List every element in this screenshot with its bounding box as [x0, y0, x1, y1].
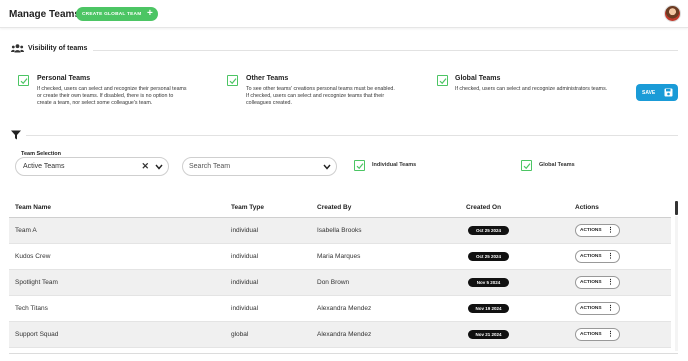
search-team-input[interactable]: Search Team — [182, 157, 337, 176]
save-label: SAVE — [642, 89, 656, 96]
created-by: Maria Marques — [317, 253, 361, 260]
divider — [9, 353, 678, 354]
check-icon — [229, 78, 237, 85]
actions-button[interactable]: ACTIONS ⋮ — [575, 302, 620, 315]
scrollbar-thumb[interactable] — [675, 201, 678, 215]
global-teams-checkbox[interactable] — [437, 75, 448, 86]
chevron-down-icon[interactable] — [155, 164, 163, 170]
more-vertical-icon: ⋮ — [607, 227, 614, 234]
table-row[interactable]: Spotlight Team individual Don Brown Nov … — [9, 270, 671, 296]
created-on-badge: Nov 5 2024 — [468, 278, 509, 287]
personal-teams-checkbox[interactable] — [18, 75, 29, 86]
actions-button[interactable]: ACTIONS ⋮ — [575, 328, 620, 341]
check-icon — [523, 163, 531, 170]
team-type: individual — [231, 253, 259, 260]
team-selection-select[interactable]: Active Teams ✕ — [15, 157, 169, 176]
team-type: individual — [231, 279, 259, 286]
global-teams-title: Global Teams — [455, 75, 501, 82]
table-row[interactable]: Team A individual Isabella Brooks Oct 25… — [9, 218, 671, 244]
description-line: or create their own teams. If disabled, … — [37, 93, 174, 99]
check-icon — [20, 78, 28, 85]
floppy-disk-icon — [664, 88, 673, 97]
visibility-header: Visibility of teams — [11, 44, 87, 53]
plus-icon: + — [146, 8, 153, 19]
created-on-badge: Oct 25 2024 — [468, 252, 509, 261]
table-row[interactable]: Tech Titans individual Alexandra Mendez … — [9, 296, 671, 322]
created-on-badge: Nov 19 2024 — [468, 304, 509, 313]
actions-button[interactable]: ACTIONS ⋮ — [575, 250, 620, 263]
users-icon — [11, 44, 24, 53]
column-header[interactable]: Created By — [317, 204, 351, 211]
avatar[interactable] — [664, 5, 681, 22]
description-line: If checked, users can select and recogni… — [246, 93, 385, 99]
team-selection-value: Active Teams — [23, 163, 65, 170]
filter-icon[interactable] — [11, 130, 21, 140]
divider — [26, 135, 678, 136]
created-by: Isabella Brooks — [317, 227, 362, 234]
more-vertical-icon: ⋮ — [607, 331, 614, 338]
visibility-title: Visibility of teams — [28, 45, 88, 52]
save-button[interactable]: SAVE — [636, 84, 678, 101]
more-vertical-icon: ⋮ — [607, 305, 614, 312]
created-on-badge: Oct 25 2024 — [468, 226, 509, 235]
page-title: Manage Teams — [9, 9, 80, 20]
clear-icon[interactable]: ✕ — [141, 161, 149, 172]
team-name: Support Squad — [15, 331, 59, 338]
more-vertical-icon: ⋮ — [607, 279, 614, 286]
actions-button[interactable]: ACTIONS ⋮ — [575, 276, 620, 289]
create-global-team-label: CREATE GLOBAL TEAM — [82, 11, 142, 17]
table-row[interactable]: Support Squad global Alexandra Mendez No… — [9, 322, 671, 348]
team-name: Spotlight Team — [15, 279, 58, 286]
created-by: Alexandra Mendez — [317, 331, 372, 338]
column-header: Actions — [575, 204, 599, 211]
actions-label: ACTIONS — [580, 254, 602, 259]
top-bar: Manage Teams CREATE GLOBAL TEAM + — [0, 0, 688, 28]
table-row[interactable]: Kudos Crew individual Maria Marques Oct … — [9, 244, 671, 270]
personal-teams-description: If checked, users can select and recogni… — [37, 86, 187, 107]
column-header[interactable]: Team Type — [231, 204, 264, 211]
check-icon — [356, 163, 364, 170]
actions-label: ACTIONS — [580, 306, 602, 311]
description-line: To see other teams' creations personal t… — [246, 86, 395, 92]
description-line: If checked, users can select and recogni… — [455, 86, 608, 92]
actions-button[interactable]: ACTIONS ⋮ — [575, 224, 620, 237]
column-header[interactable]: Team Name — [15, 204, 51, 211]
global-teams-filter-checkbox[interactable] — [521, 160, 532, 171]
description-line: If checked, users can select and recogni… — [37, 86, 187, 92]
more-vertical-icon: ⋮ — [607, 253, 614, 260]
other-teams-description: To see other teams' creations personal t… — [246, 86, 395, 107]
team-type: global — [231, 331, 249, 338]
table-header: Team Name Team Type Created By Created O… — [9, 198, 671, 218]
check-icon — [439, 78, 447, 85]
column-header[interactable]: Created On — [466, 204, 501, 211]
actions-label: ACTIONS — [580, 228, 602, 233]
actions-label: ACTIONS — [580, 280, 602, 285]
divider — [93, 50, 678, 51]
search-team-placeholder: Search Team — [189, 163, 231, 170]
team-type: individual — [231, 305, 259, 312]
scrollbar-track[interactable] — [675, 216, 678, 351]
created-by: Don Brown — [317, 279, 350, 286]
global-teams-description: If checked, users can select and recogni… — [455, 86, 607, 93]
team-name: Tech Titans — [15, 305, 48, 312]
personal-teams-title: Personal Teams — [37, 75, 91, 82]
created-by: Alexandra Mendez — [317, 305, 372, 312]
other-teams-checkbox[interactable] — [227, 75, 238, 86]
other-teams-title: Other Teams — [246, 75, 289, 82]
created-on-badge: Nov 21 2024 — [468, 330, 509, 339]
actions-label: ACTIONS — [580, 332, 602, 337]
team-name: Kudos Crew — [15, 253, 51, 260]
individual-teams-checkbox[interactable] — [354, 160, 365, 171]
chevron-down-icon[interactable] — [323, 164, 331, 170]
description-line: create a team, nor select some colleague… — [37, 100, 153, 106]
team-name: Team A — [15, 227, 37, 234]
team-type: individual — [231, 227, 259, 234]
individual-teams-label: Individual Teams — [372, 162, 417, 168]
global-teams-filter-label: Global Teams — [539, 162, 575, 168]
create-global-team-button[interactable]: CREATE GLOBAL TEAM + — [76, 7, 158, 21]
description-line: colleagues created. — [246, 100, 292, 106]
